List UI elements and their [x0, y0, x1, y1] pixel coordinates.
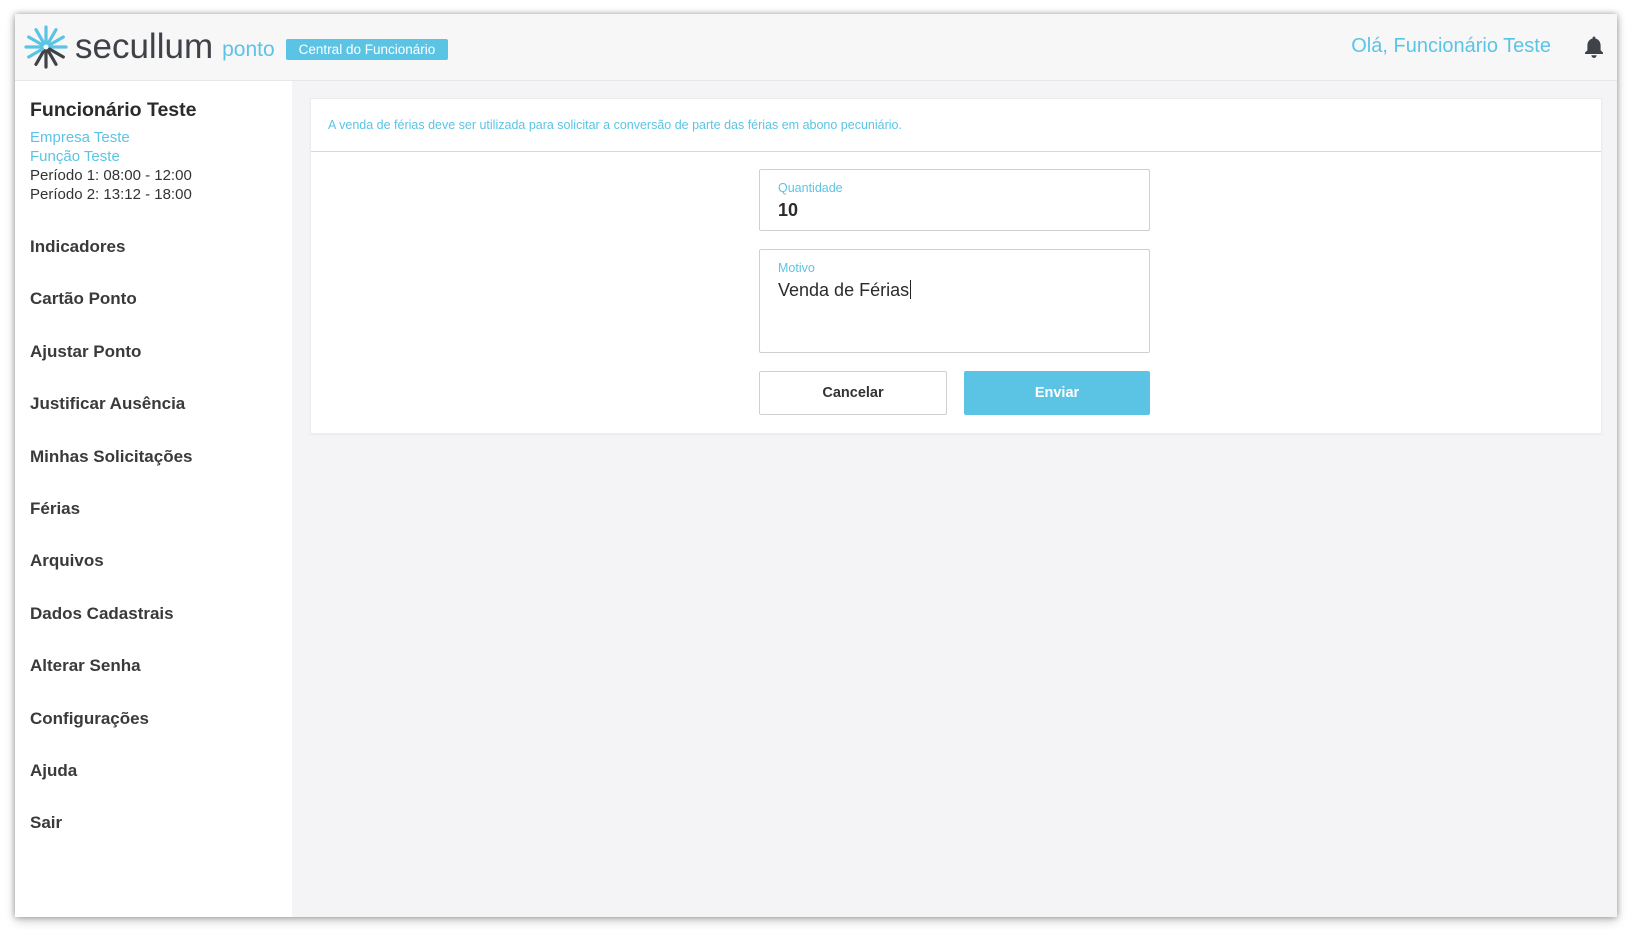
top-header: secullum ponto Central do Funcionário Ol…: [15, 14, 1617, 81]
sidebar-item-minhas-solicitacoes[interactable]: Minhas Solicitações: [15, 431, 292, 483]
product-name: ponto: [222, 37, 275, 61]
employee-period-1: Período 1: 08:00 - 12:00: [30, 167, 192, 184]
app-window: secullum ponto Central do Funcionário Ol…: [15, 14, 1617, 917]
vacation-sale-card: A venda de férias deve ser utilizada par…: [310, 98, 1602, 434]
employee-company: Empresa Teste: [30, 129, 130, 146]
send-button[interactable]: Enviar: [964, 371, 1150, 415]
sidebar-item-cartao-ponto[interactable]: Cartão Ponto: [15, 273, 292, 325]
sidebar-item-arquivos[interactable]: Arquivos: [15, 535, 292, 587]
reason-field[interactable]: Motivo Venda de Férias: [759, 249, 1150, 353]
sidebar: Funcionário Teste Empresa Teste Função T…: [15, 81, 292, 917]
sidebar-item-indicadores[interactable]: Indicadores: [15, 221, 292, 273]
sidebar-item-ajustar-ponto[interactable]: Ajustar Ponto: [15, 326, 292, 378]
sidebar-item-justificar-ausencia[interactable]: Justificar Ausência: [15, 378, 292, 430]
logo[interactable]: secullum ponto Central do Funcionário: [23, 24, 449, 70]
sidebar-item-sair[interactable]: Sair: [15, 797, 292, 849]
secullum-logo-icon: [24, 25, 68, 69]
sidebar-item-alterar-senha[interactable]: Alterar Senha: [15, 640, 292, 692]
sidebar-item-configuracoes[interactable]: Configurações: [15, 693, 292, 745]
sidebar-item-ajuda[interactable]: Ajuda: [15, 745, 292, 797]
reason-label: Motivo: [778, 261, 815, 275]
quantity-field[interactable]: Quantidade: [759, 169, 1150, 231]
sidebar-item-ferias[interactable]: Férias: [15, 483, 292, 535]
sidebar-nav: Indicadores Cartão Ponto Ajustar Ponto J…: [15, 221, 292, 850]
form-actions: Cancelar Enviar: [759, 371, 1150, 415]
user-greeting[interactable]: Olá, Funcionário Teste: [1351, 35, 1551, 58]
central-badge: Central do Funcionário: [285, 38, 449, 60]
reason-textarea[interactable]: Venda de Férias: [778, 280, 1128, 301]
reason-value: Venda de Férias: [778, 280, 910, 300]
text-caret: [910, 280, 912, 299]
quantity-input[interactable]: [778, 200, 1128, 221]
employee-role: Função Teste: [30, 148, 120, 165]
employee-name: Funcionário Teste: [30, 99, 197, 121]
bell-icon[interactable]: [1583, 35, 1605, 59]
sidebar-item-dados-cadastrais[interactable]: Dados Cadastrais: [15, 588, 292, 640]
cancel-button[interactable]: Cancelar: [759, 371, 947, 415]
vacation-sale-form: Quantidade Motivo Venda de Férias Cancel…: [759, 169, 1150, 415]
quantity-label: Quantidade: [778, 181, 843, 195]
info-text: A venda de férias deve ser utilizada par…: [311, 99, 1601, 152]
brand-name: secullum: [75, 27, 214, 66]
employee-period-2: Período 2: 13:12 - 18:00: [30, 186, 192, 203]
